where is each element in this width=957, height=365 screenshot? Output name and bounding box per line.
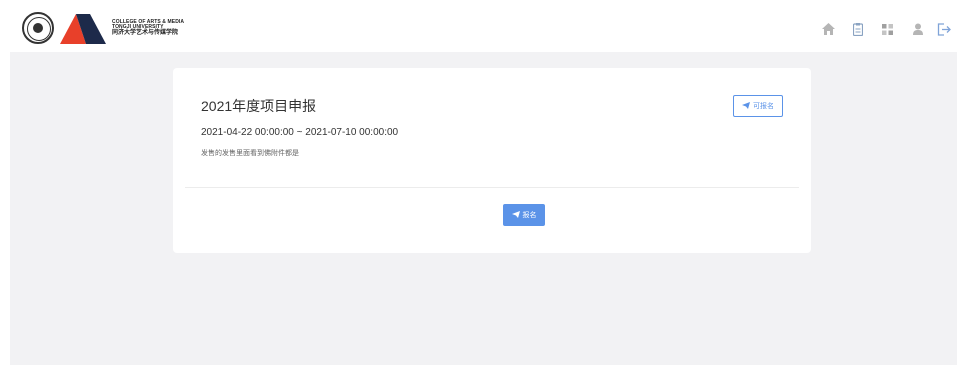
logo-chinese-name: 同济大学艺术与传媒学院 xyxy=(112,30,179,36)
project-title: 2021年度项目申报 xyxy=(201,98,317,114)
project-card: 2021年度项目申报 2021-04-22 00:00:00 ~ 2021-07… xyxy=(173,68,811,253)
registration-status-button[interactable]: 可报名 xyxy=(733,95,783,117)
card-divider xyxy=(185,187,799,188)
user-icon[interactable] xyxy=(911,22,925,36)
document-icon[interactable] xyxy=(851,22,865,36)
send-icon xyxy=(742,101,750,111)
apply-button-label: 报名 xyxy=(522,212,537,219)
main-content-area: 2021年度项目申报 2021-04-22 00:00:00 ~ 2021-07… xyxy=(10,52,957,365)
home-icon[interactable] xyxy=(821,22,835,36)
grid-icon[interactable] xyxy=(880,22,894,36)
send-icon xyxy=(511,210,520,220)
college-logo-mark xyxy=(60,14,106,44)
university-seal-logo xyxy=(22,12,54,44)
registration-status-label: 可报名 xyxy=(753,103,774,110)
top-header: COLLEGE OF ARTS & MEDIA TONGJI UNIVERSIT… xyxy=(0,0,957,52)
project-description: 发售的发售里面看到佛附件都是 xyxy=(201,150,299,157)
apply-button[interactable]: 报名 xyxy=(503,204,545,226)
college-logo-text: COLLEGE OF ARTS & MEDIA TONGJI UNIVERSIT… xyxy=(112,20,232,37)
project-date-range: 2021-04-22 00:00:00 ~ 2021-07-10 00:00:0… xyxy=(201,127,399,138)
logout-icon[interactable] xyxy=(937,22,951,36)
